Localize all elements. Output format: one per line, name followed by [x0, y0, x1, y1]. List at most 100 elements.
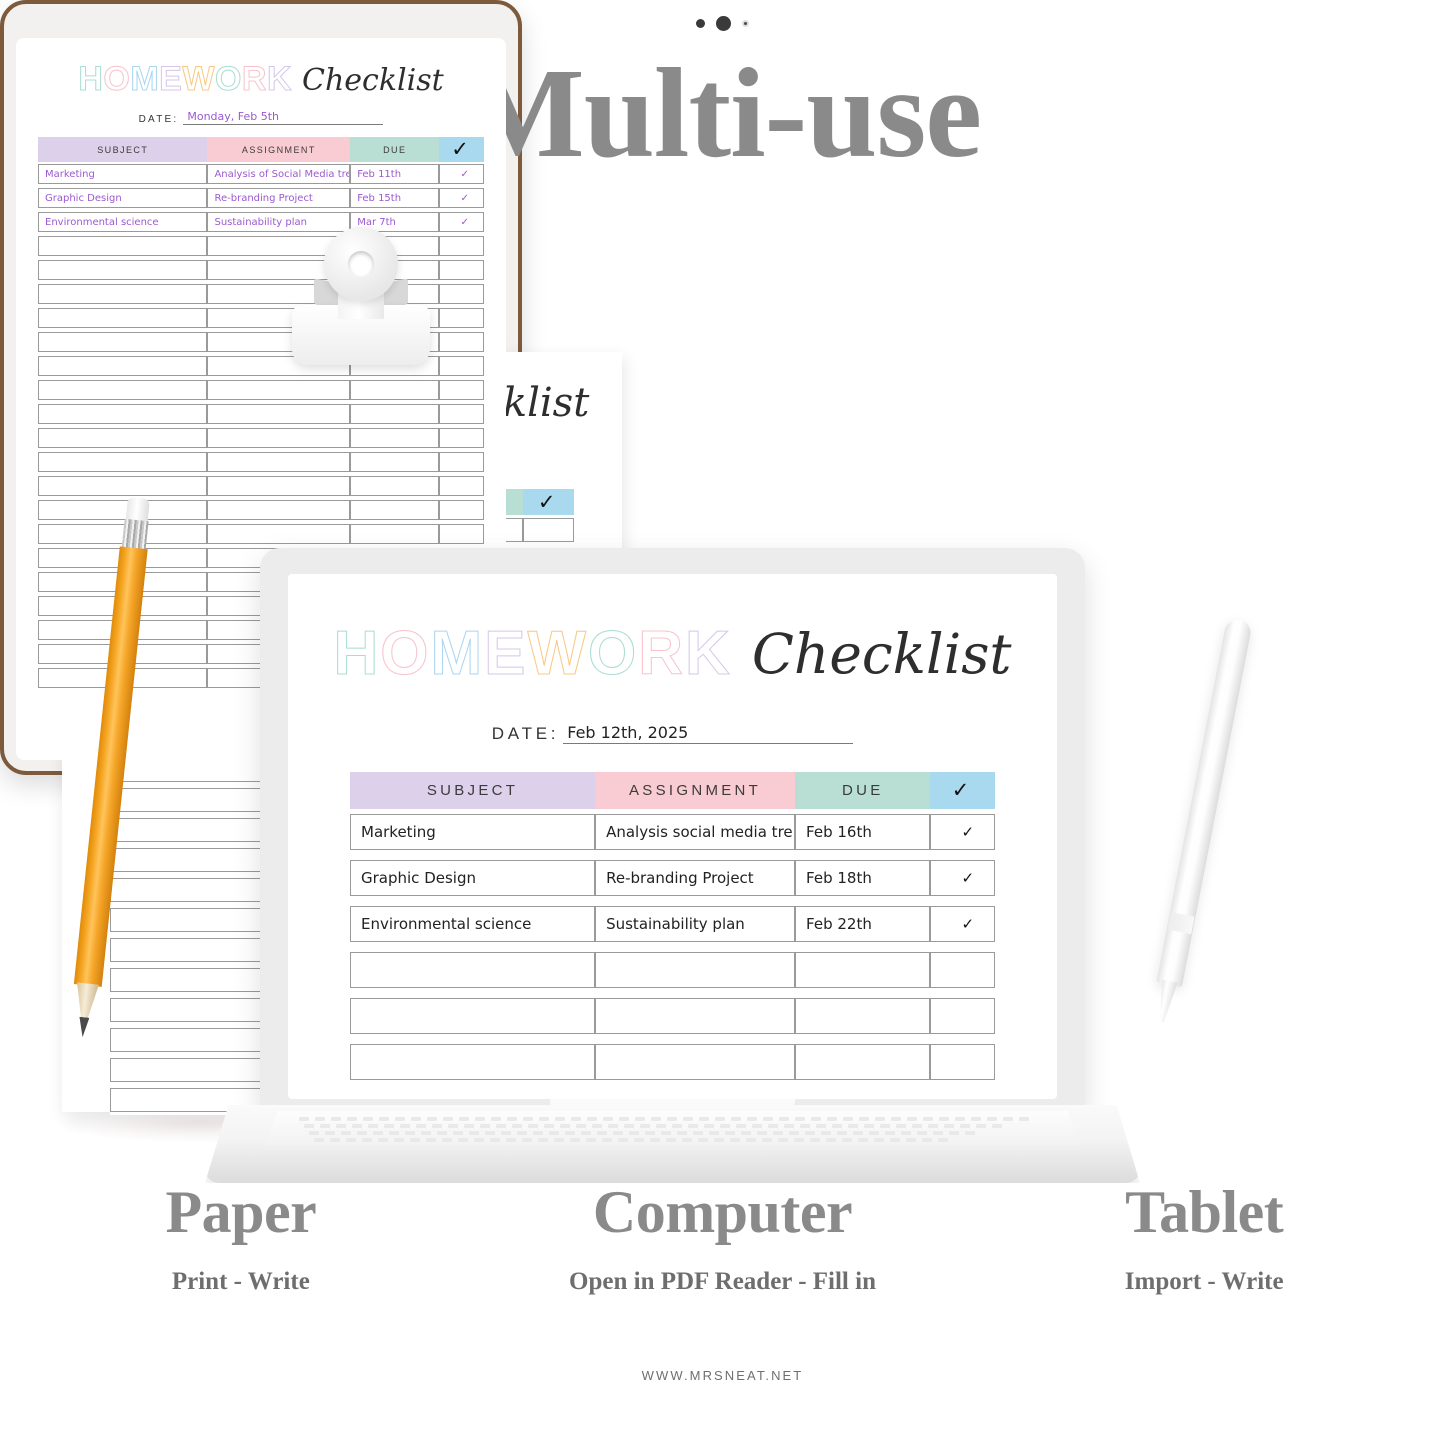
keyboard-key[interactable]: [480, 1124, 490, 1128]
keyboard-key[interactable]: [746, 1138, 756, 1142]
keyboard-key[interactable]: [880, 1124, 890, 1128]
keyboard-key[interactable]: [826, 1138, 836, 1142]
keyboard-key[interactable]: [533, 1131, 543, 1135]
tablet-cell-assignment[interactable]: Analysis of Social Media trends: [207, 164, 351, 184]
keyboard-key[interactable]: [795, 1117, 805, 1121]
keyboard-key[interactable]: [955, 1117, 965, 1121]
keyboard-key[interactable]: [715, 1117, 725, 1121]
keyboard-key[interactable]: [859, 1117, 869, 1121]
keyboard-key[interactable]: [906, 1138, 916, 1142]
keyboard-key[interactable]: [933, 1131, 943, 1135]
keyboard-key[interactable]: [805, 1131, 815, 1135]
keyboard-key[interactable]: [549, 1131, 559, 1135]
keyboard-key[interactable]: [747, 1117, 757, 1121]
tablet-cell-due[interactable]: [350, 452, 440, 472]
laptop-cell-subject[interactable]: Graphic Design: [350, 860, 596, 896]
keyboard-key[interactable]: [309, 1131, 319, 1135]
keyboard-key[interactable]: [299, 1117, 309, 1121]
keyboard-key[interactable]: [523, 1117, 533, 1121]
keyboard-key[interactable]: [800, 1124, 810, 1128]
keyboard-key[interactable]: [304, 1124, 314, 1128]
laptop-cell-assignment[interactable]: [595, 998, 796, 1034]
tablet-cell-done[interactable]: [439, 380, 484, 400]
keyboard-key[interactable]: [741, 1131, 751, 1135]
keyboard-key[interactable]: [437, 1131, 447, 1135]
keyboard-key[interactable]: [411, 1117, 421, 1121]
keyboard-key[interactable]: [629, 1131, 639, 1135]
keyboard-key[interactable]: [666, 1138, 676, 1142]
tablet-cell-done[interactable]: [439, 284, 484, 304]
tablet-cell-assignment[interactable]: [207, 404, 351, 424]
keyboard-key[interactable]: [784, 1124, 794, 1128]
keyboard-row[interactable]: [304, 1124, 1002, 1128]
keyboard-key[interactable]: [731, 1117, 741, 1121]
tablet-cell-done[interactable]: [439, 428, 484, 448]
tablet-cell-done[interactable]: [439, 308, 484, 328]
keyboard-key[interactable]: [656, 1124, 666, 1128]
tablet-cell-subject[interactable]: Environmental science: [38, 212, 208, 232]
keyboard-key[interactable]: [714, 1138, 724, 1142]
keyboard-key[interactable]: [427, 1117, 437, 1121]
laptop-cell-assignment[interactable]: Sustainability plan: [595, 906, 796, 942]
keyboard-key[interactable]: [443, 1117, 453, 1121]
tablet-cell-subject[interactable]: [38, 308, 208, 328]
keyboard-key[interactable]: [597, 1131, 607, 1135]
keyboard-key[interactable]: [794, 1138, 804, 1142]
keyboard-key[interactable]: [699, 1117, 709, 1121]
keyboard-key[interactable]: [960, 1124, 970, 1128]
keyboard-key[interactable]: [789, 1131, 799, 1135]
keyboard-key[interactable]: [378, 1138, 388, 1142]
keyboard-key[interactable]: [848, 1124, 858, 1128]
laptop-cell-subject[interactable]: [350, 952, 596, 988]
keyboard-key[interactable]: [891, 1117, 901, 1121]
keyboard-key[interactable]: [619, 1117, 629, 1121]
keyboard-key[interactable]: [506, 1138, 516, 1142]
keyboard-key[interactable]: [923, 1117, 933, 1121]
keyboard-key[interactable]: [667, 1117, 677, 1121]
keyboard-key[interactable]: [341, 1131, 351, 1135]
keyboard-key[interactable]: [442, 1138, 452, 1142]
tablet-cell-subject[interactable]: [38, 476, 208, 496]
keyboard-key[interactable]: [459, 1117, 469, 1121]
keyboard-key[interactable]: [1019, 1117, 1029, 1121]
laptop-cell-done[interactable]: ✓: [930, 860, 995, 896]
keyboard-key[interactable]: [581, 1131, 591, 1135]
tablet-cell-done[interactable]: [439, 404, 484, 424]
keyboard-key[interactable]: [843, 1117, 853, 1121]
keyboard-key[interactable]: [362, 1138, 372, 1142]
keyboard-key[interactable]: [416, 1124, 426, 1128]
keyboard-key[interactable]: [522, 1138, 532, 1142]
laptop-cell-assignment[interactable]: Re-branding Project: [595, 860, 796, 896]
keyboard-key[interactable]: [661, 1131, 671, 1135]
keyboard-key[interactable]: [965, 1131, 975, 1135]
keyboard-key[interactable]: [682, 1138, 692, 1142]
keyboard-key[interactable]: [592, 1124, 602, 1128]
keyboard-row[interactable]: [309, 1131, 975, 1135]
keyboard-key[interactable]: [635, 1117, 645, 1121]
keyboard-key[interactable]: [394, 1138, 404, 1142]
keyboard-key[interactable]: [912, 1124, 922, 1128]
keyboard-key[interactable]: [410, 1138, 420, 1142]
keyboard-key[interactable]: [816, 1124, 826, 1128]
keyboard-key[interactable]: [613, 1131, 623, 1135]
keyboard-key[interactable]: [827, 1117, 837, 1121]
keyboard-key[interactable]: [698, 1138, 708, 1142]
keyboard-key[interactable]: [373, 1131, 383, 1135]
keyboard-key[interactable]: [507, 1117, 517, 1121]
keyboard-key[interactable]: [539, 1117, 549, 1121]
keyboard-key[interactable]: [325, 1131, 335, 1135]
keyboard-key[interactable]: [757, 1131, 767, 1135]
laptop-cell-subject[interactable]: Marketing: [350, 814, 596, 850]
keyboard-key[interactable]: [693, 1131, 703, 1135]
keyboard-key[interactable]: [608, 1124, 618, 1128]
keyboard-key[interactable]: [773, 1131, 783, 1135]
keyboard-key[interactable]: [432, 1124, 442, 1128]
laptop-cell-done[interactable]: [930, 1044, 995, 1080]
keyboard-key[interactable]: [458, 1138, 468, 1142]
keyboard-key[interactable]: [448, 1124, 458, 1128]
laptop-cell-done[interactable]: ✓: [930, 906, 995, 942]
keyboard-key[interactable]: [928, 1124, 938, 1128]
keyboard-key[interactable]: [347, 1117, 357, 1121]
tablet-cell-due[interactable]: [350, 428, 440, 448]
keyboard-key[interactable]: [464, 1124, 474, 1128]
